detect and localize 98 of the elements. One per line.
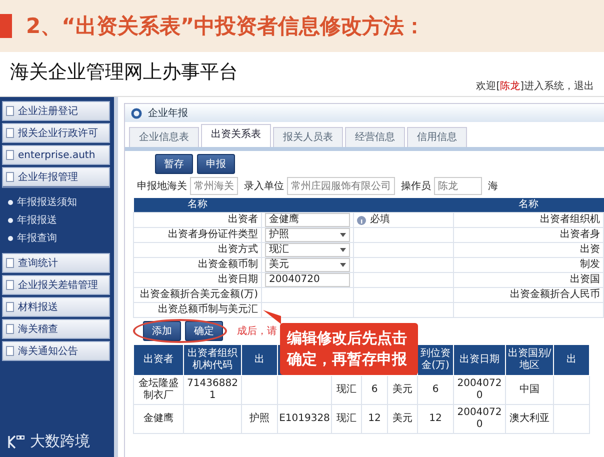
document-icon (6, 258, 14, 268)
tab[interactable]: 经营信息 (345, 127, 405, 147)
toolbar-button[interactable]: 申报 (197, 154, 235, 174)
form-label: 出资者身 (454, 228, 604, 242)
form-label: 出资金额币制 (134, 258, 262, 272)
table-cell: 护照 (242, 404, 278, 434)
column-header: 名称 (134, 198, 262, 212)
form-label: 出资总额币制与美元汇 (134, 302, 262, 318)
column-header: 出资者组织机构代码 (184, 344, 242, 376)
table-cell: 12 (362, 404, 388, 434)
panel-title: 企业年报 (148, 106, 188, 120)
logout-link[interactable]: 退出 (574, 81, 594, 92)
dropdown[interactable]: 现汇 (265, 243, 350, 257)
dropdown[interactable]: 护照 (265, 228, 350, 242)
document-icon (6, 172, 14, 182)
sidebar-subitem[interactable]: 年报查询 (8, 231, 114, 245)
bullet-icon (8, 200, 13, 204)
document-icon (6, 106, 14, 116)
field-label: 申报地海关 (137, 180, 187, 193)
field-label: 海 (488, 180, 498, 193)
brand-name: 大数跨境 (30, 432, 90, 451)
field-label: 录入单位 (244, 180, 284, 193)
table-cell: 714368821 (184, 376, 242, 404)
form-label: 出资者身份证件类型 (134, 228, 262, 242)
sidebar-subitem[interactable]: 年报报送须知 (8, 195, 114, 209)
form-label: 出资者组织机 (454, 212, 604, 228)
sidebar-item[interactable]: 材料报送 (2, 297, 110, 317)
dropdown[interactable]: 美元 (265, 258, 350, 272)
column-header: 出 (554, 344, 590, 376)
callout-box: 编辑修改后先点击 确定，再暂存申报 (280, 323, 418, 375)
table-cell: 金坛隆盛制衣厂 (134, 376, 184, 404)
form-label: 出资日期 (134, 272, 262, 288)
input-field[interactable]: 常州海关 (190, 177, 238, 195)
caret-icon (340, 248, 346, 252)
column-header: 出 (242, 344, 278, 376)
form-label: 制发 (454, 258, 604, 272)
welcome-text: 欢迎[陈龙]进入系统， (476, 81, 574, 92)
sidebar-subitem[interactable]: 年报报送 (8, 213, 114, 227)
tab[interactable]: 出资关系表 (201, 124, 271, 147)
note-text: 成后，请 (237, 324, 277, 338)
tab[interactable]: 信用信息 (407, 127, 467, 147)
table-cell: 20040720 (454, 404, 506, 434)
table-cell: 美元 (388, 404, 418, 434)
sidebar-item[interactable]: 查询统计 (2, 253, 110, 273)
required-hint: 必填 (370, 214, 390, 226)
sidebar-item[interactable]: 企业年报管理 (2, 167, 110, 188)
document-icon (6, 324, 14, 334)
sidebar-item[interactable]: enterprise.auth (2, 145, 110, 165)
input-field[interactable]: 常州庄园服饰有限公司 (287, 177, 395, 195)
form-label: 出资方式 (134, 242, 262, 258)
document-icon (6, 346, 14, 356)
document-icon (6, 150, 14, 160)
document-icon (6, 302, 14, 312)
table-cell: 中国 (506, 376, 554, 404)
sidebar-item[interactable]: 企业报关差错管理 (2, 275, 110, 295)
action-button[interactable]: 添加 (143, 321, 181, 341)
toolbar-button[interactable]: 暂存 (155, 154, 193, 174)
field-label: 操作员 (401, 180, 431, 193)
column-header: 出资日期 (454, 344, 506, 376)
bullet-icon (8, 218, 13, 222)
document-icon (6, 280, 14, 290)
column-header: 到位资金(万) (418, 344, 454, 376)
table-cell: 澳大利亚 (506, 404, 554, 434)
form-label: 出资者 (134, 212, 262, 228)
callout-arrow (263, 310, 281, 324)
form-label: 出资金额折合人民币 (454, 288, 604, 302)
tab[interactable]: 企业信息表 (129, 127, 199, 147)
input-field[interactable]: 20040720 (265, 273, 350, 287)
column-header: 出资者 (134, 344, 184, 376)
table-cell: 6 (418, 376, 454, 404)
sidebar-item[interactable]: 海关通知公告 (2, 341, 110, 361)
caret-icon (340, 233, 346, 237)
circle-icon (131, 108, 142, 118)
column-header: 名称 (454, 198, 604, 212)
table-cell: 20040720 (454, 376, 506, 404)
slide-heading: 2、“出资关系表”中投资者信息修改方法： (26, 13, 426, 40)
tab[interactable]: 报关人员表 (273, 127, 343, 147)
table-cell: E1019328 (278, 404, 332, 434)
column-header: 出资国别/地区 (506, 344, 554, 376)
brand-logo-icon (6, 434, 26, 450)
table-cell: 现汇 (332, 404, 362, 434)
sidebar-item[interactable]: 报关企业行政许可 (2, 123, 110, 143)
heading-bar (0, 14, 12, 38)
action-button[interactable]: 确定 (185, 321, 223, 341)
input-field[interactable]: 陈龙 (434, 177, 482, 195)
app-title: 海关企业管理网上办事平台 (10, 60, 238, 85)
form-label: 出资 (454, 242, 604, 258)
table-cell: 12 (418, 404, 454, 434)
sidebar-item[interactable]: 企业注册登记 (2, 101, 110, 121)
caret-icon (340, 263, 346, 267)
form-label: 出资国 (454, 272, 604, 288)
form-label: 出资金额折合美元金额(万) (134, 288, 262, 302)
info-icon (357, 216, 366, 224)
sidebar-item[interactable]: 海关稽查 (2, 319, 110, 339)
document-icon (6, 128, 14, 138)
input-field[interactable]: 金健鹰 (265, 213, 350, 227)
table-cell: 金健鹰 (134, 404, 184, 434)
bullet-icon (8, 236, 13, 240)
